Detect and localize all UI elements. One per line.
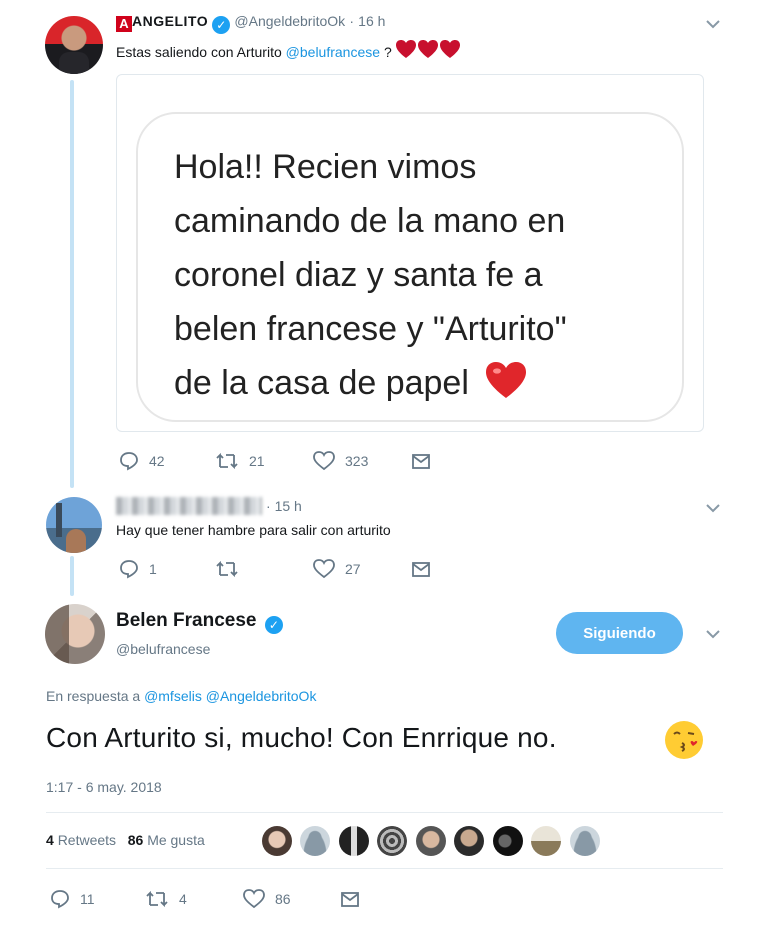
reply-icon: [50, 889, 70, 909]
retweet-count: 4: [179, 891, 187, 907]
reply-count: 1: [149, 561, 157, 577]
reply-prefix: En respuesta a: [46, 688, 141, 704]
default-avatar-icon[interactable]: [300, 826, 331, 856]
separator-dot: ·: [349, 13, 354, 29]
reply-icon: [119, 559, 139, 579]
liker-avatars: [262, 826, 604, 861]
heart-icon: [313, 451, 335, 471]
like-count: 323: [345, 453, 369, 469]
engagement-stats: 4 Retweets 86 Me gusta: [46, 832, 205, 848]
retweet-stat-label[interactable]: Retweets: [58, 832, 116, 848]
main-tweet-text: Con Arturito si, mucho! Con Enrrique no.: [46, 722, 557, 754]
brand-a-icon: A: [116, 16, 132, 32]
retweet-icon: [215, 451, 239, 471]
like-button[interactable]: 27: [313, 559, 361, 579]
liker-avatar[interactable]: [262, 826, 292, 856]
dm-button[interactable]: [411, 451, 431, 471]
like-button[interactable]: 86: [243, 889, 291, 909]
author-handle[interactable]: @belufrancese: [116, 641, 210, 657]
liker-avatar[interactable]: [377, 826, 408, 856]
heart-emoji-icon: [395, 40, 462, 63]
dm-button[interactable]: [411, 559, 431, 579]
author-row: Belen Francese ✓: [116, 610, 283, 634]
bubble-line-text: de la casa de papel: [174, 364, 469, 402]
retweet-button[interactable]: [215, 559, 239, 579]
like-button[interactable]: 323: [313, 451, 368, 471]
author-handle[interactable]: @AngeldebritoOk: [234, 13, 345, 29]
dm-button[interactable]: [340, 889, 360, 909]
tweet-text-part: Estas saliendo con Arturito: [116, 44, 282, 60]
timestamp[interactable]: 1:17 - 6 may. 2018: [46, 779, 162, 795]
envelope-icon: [411, 559, 431, 579]
liker-avatar[interactable]: [415, 826, 446, 856]
retweet-icon: [145, 889, 169, 909]
heart-emoji-icon: [486, 360, 527, 414]
avatar[interactable]: [46, 497, 102, 553]
tweet-time[interactable]: 16 h: [358, 13, 385, 29]
tweet-time[interactable]: 15 h: [275, 498, 302, 514]
blurred-author-name: [116, 497, 262, 515]
tweet-text: Estas saliendo con Arturito @belufrances…: [116, 40, 462, 63]
retweet-button[interactable]: 21: [215, 451, 265, 471]
reply-button[interactable]: 1: [119, 559, 157, 579]
heart-icon: [313, 559, 335, 579]
bubble-line: caminando de la mano en: [174, 202, 566, 240]
display-name[interactable]: Belen Francese: [116, 610, 256, 631]
default-avatar-icon[interactable]: [569, 826, 600, 856]
verified-icon: ✓: [264, 616, 283, 634]
divider: [46, 868, 723, 869]
author-name[interactable]: ANGELITO: [132, 13, 208, 29]
reply-context: En respuesta a @mfselis @AngeldebritoOk: [46, 688, 316, 704]
retweet-icon: [215, 559, 239, 579]
chevron-down-icon[interactable]: [705, 500, 721, 519]
reply-button[interactable]: 42: [119, 451, 165, 471]
chevron-down-icon[interactable]: [705, 626, 721, 645]
verified-icon: ✓: [212, 16, 231, 34]
mention-link[interactable]: @AngeldebritoOk: [206, 688, 317, 704]
retweet-button[interactable]: 4: [145, 889, 187, 909]
main-text: Con Arturito si, mucho! Con Enrrique no.: [46, 722, 557, 753]
reply-icon: [119, 451, 139, 471]
envelope-icon: [411, 451, 431, 471]
divider: [46, 812, 723, 813]
tweet-text-question: ?: [383, 44, 392, 60]
reply-button[interactable]: 11: [50, 889, 95, 909]
tweet-header: A ANGELITO ✓ @AngeldebritoOk · 16 h: [116, 13, 385, 34]
mention-link[interactable]: @mfselis: [144, 688, 202, 704]
mention-link[interactable]: @belufrancese: [286, 44, 380, 60]
retweet-count: 21: [249, 453, 265, 469]
like-count: 86: [275, 891, 291, 907]
liker-avatar[interactable]: [492, 826, 523, 856]
message-bubble: Hola!! Recien vimos caminando de la mano…: [136, 112, 684, 422]
bubble-line-last: de la casa de papel: [174, 356, 654, 414]
retweet-stat-count[interactable]: 4: [46, 832, 54, 848]
like-stat-label[interactable]: Me gusta: [147, 832, 205, 848]
like-stat-count[interactable]: 86: [128, 832, 144, 848]
reply-count: 11: [80, 891, 95, 907]
bubble-line: belen francese y "Arturito": [174, 310, 567, 348]
envelope-icon: [340, 889, 360, 909]
bubble-line: coronel diaz y santa fe a: [174, 256, 543, 294]
liker-avatar[interactable]: [531, 826, 562, 856]
bubble-line: Hola!! Recien vimos: [174, 148, 477, 186]
tweet-text: Hay que tener hambre para salir con artu…: [116, 522, 391, 538]
avatar[interactable]: [45, 16, 103, 74]
like-count: 27: [345, 561, 361, 577]
thread-line-1: [70, 80, 74, 488]
kiss-emoji-icon: [663, 719, 705, 766]
liker-avatar[interactable]: [338, 826, 369, 856]
reply-count: 42: [149, 453, 165, 469]
separator-dot: ·: [266, 498, 271, 514]
thread-line-2: [70, 556, 74, 596]
chevron-down-icon[interactable]: [705, 16, 721, 35]
tweet-time-row: · 15 h: [266, 498, 302, 514]
heart-icon: [243, 889, 265, 909]
avatar[interactable]: [45, 604, 105, 664]
following-button[interactable]: Siguiendo: [556, 612, 683, 654]
liker-avatar[interactable]: [454, 826, 485, 856]
